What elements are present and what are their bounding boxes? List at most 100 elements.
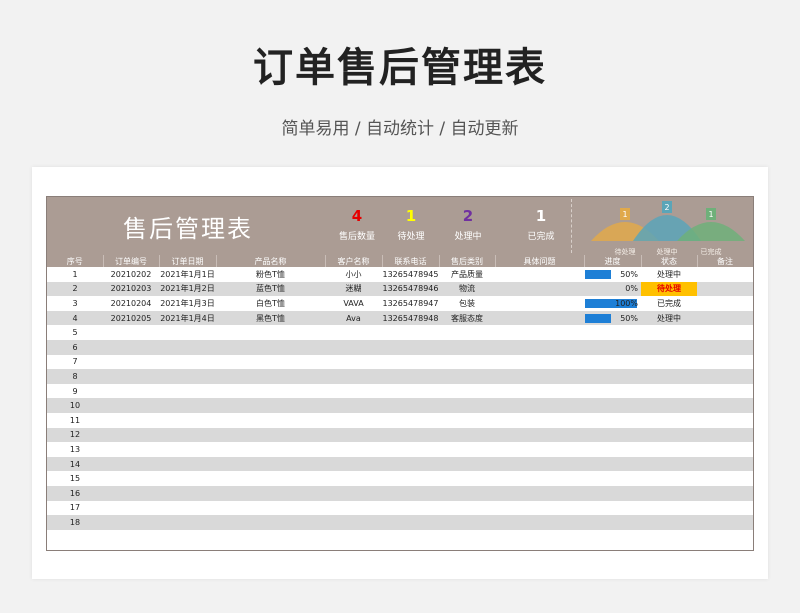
- no-cell[interactable]: 9: [47, 383, 103, 399]
- category-cell[interactable]: [439, 398, 495, 413]
- progress-cell[interactable]: 50%: [584, 267, 641, 282]
- product-cell[interactable]: [216, 515, 325, 530]
- progress-cell[interactable]: [584, 485, 641, 501]
- order-cell[interactable]: 20210205: [103, 310, 159, 326]
- category-cell[interactable]: [439, 456, 495, 472]
- no-cell[interactable]: 1: [47, 267, 103, 282]
- note-cell[interactable]: [697, 339, 753, 355]
- issue-cell[interactable]: [495, 339, 584, 355]
- customer-cell[interactable]: [325, 354, 382, 370]
- customer-cell[interactable]: 迷糊: [325, 281, 382, 297]
- no-cell[interactable]: 10: [47, 398, 103, 413]
- category-cell[interactable]: [439, 412, 495, 428]
- phone-cell[interactable]: [382, 456, 439, 472]
- order-cell[interactable]: 20210204: [103, 296, 159, 311]
- note-cell[interactable]: [697, 500, 753, 516]
- phone-cell[interactable]: [382, 485, 439, 501]
- phone-cell[interactable]: [382, 369, 439, 384]
- note-cell[interactable]: [697, 310, 753, 326]
- date-cell[interactable]: 2021年1月4日: [159, 310, 216, 326]
- date-cell[interactable]: [159, 500, 216, 516]
- issue-cell[interactable]: [495, 471, 584, 486]
- issue-cell[interactable]: [495, 442, 584, 457]
- product-cell[interactable]: [216, 325, 325, 340]
- customer-cell[interactable]: [325, 471, 382, 486]
- note-cell[interactable]: [697, 427, 753, 443]
- product-cell[interactable]: [216, 398, 325, 413]
- phone-cell[interactable]: [382, 398, 439, 413]
- order-cell[interactable]: 20210203: [103, 281, 159, 297]
- phone-cell[interactable]: 13265478947: [382, 296, 439, 311]
- category-cell[interactable]: [439, 369, 495, 384]
- customer-cell[interactable]: 小小: [325, 267, 382, 282]
- no-cell[interactable]: 7: [47, 354, 103, 370]
- note-cell[interactable]: [697, 383, 753, 399]
- no-cell[interactable]: 6: [47, 339, 103, 355]
- phone-cell[interactable]: [382, 325, 439, 340]
- status-cell[interactable]: 处理中: [641, 267, 697, 282]
- product-cell[interactable]: [216, 412, 325, 428]
- product-cell[interactable]: 粉色T恤: [216, 267, 325, 282]
- date-cell[interactable]: [159, 427, 216, 443]
- progress-cell[interactable]: [584, 471, 641, 486]
- customer-cell[interactable]: [325, 369, 382, 384]
- category-cell[interactable]: [439, 500, 495, 516]
- issue-cell[interactable]: [495, 456, 584, 472]
- issue-cell[interactable]: [495, 500, 584, 516]
- note-cell[interactable]: [697, 471, 753, 486]
- category-cell[interactable]: [439, 325, 495, 340]
- issue-cell[interactable]: [495, 354, 584, 370]
- product-cell[interactable]: [216, 383, 325, 399]
- category-cell[interactable]: [439, 485, 495, 501]
- customer-cell[interactable]: [325, 398, 382, 413]
- date-cell[interactable]: [159, 325, 216, 340]
- no-cell[interactable]: 2: [47, 281, 103, 297]
- category-cell[interactable]: 产品质量: [439, 267, 495, 282]
- status-cell[interactable]: 已完成: [641, 296, 697, 311]
- product-cell[interactable]: [216, 485, 325, 501]
- progress-cell[interactable]: [584, 515, 641, 530]
- order-cell[interactable]: [103, 339, 159, 355]
- product-cell[interactable]: 蓝色T恤: [216, 281, 325, 297]
- status-cell[interactable]: [641, 325, 697, 340]
- phone-cell[interactable]: [382, 442, 439, 457]
- order-cell[interactable]: [103, 383, 159, 399]
- note-cell[interactable]: [697, 281, 753, 297]
- category-cell[interactable]: 包装: [439, 296, 495, 311]
- progress-cell[interactable]: 0%: [584, 281, 641, 297]
- note-cell[interactable]: [697, 325, 753, 340]
- table-row[interactable]: 8: [47, 369, 753, 384]
- category-cell[interactable]: [439, 471, 495, 486]
- table-row[interactable]: 12: [47, 427, 753, 443]
- product-cell[interactable]: 白色T恤: [216, 296, 325, 311]
- phone-cell[interactable]: [382, 339, 439, 355]
- phone-cell[interactable]: [382, 383, 439, 399]
- table-row[interactable]: 2 20210203 2021年1月2日 蓝色T恤 迷糊 13265478946 物流 0% 待…: [47, 281, 753, 297]
- order-cell[interactable]: [103, 456, 159, 472]
- table-row[interactable]: 17: [47, 500, 753, 516]
- issue-cell[interactable]: [495, 485, 584, 501]
- date-cell[interactable]: [159, 369, 216, 384]
- product-cell[interactable]: [216, 471, 325, 486]
- note-cell[interactable]: [697, 267, 753, 282]
- table-row[interactable]: 14: [47, 456, 753, 472]
- status-cell[interactable]: 处理中: [641, 310, 697, 326]
- customer-cell[interactable]: [325, 339, 382, 355]
- order-cell[interactable]: [103, 325, 159, 340]
- note-cell[interactable]: [697, 412, 753, 428]
- product-cell[interactable]: [216, 456, 325, 472]
- issue-cell[interactable]: [495, 398, 584, 413]
- no-cell[interactable]: 4: [47, 310, 103, 326]
- customer-cell[interactable]: [325, 325, 382, 340]
- date-cell[interactable]: [159, 383, 216, 399]
- progress-cell[interactable]: 100%: [584, 296, 641, 311]
- status-cell[interactable]: [641, 412, 697, 428]
- table-row[interactable]: 11: [47, 412, 753, 428]
- category-cell[interactable]: [439, 354, 495, 370]
- date-cell[interactable]: [159, 485, 216, 501]
- progress-cell[interactable]: [584, 398, 641, 413]
- order-cell[interactable]: [103, 369, 159, 384]
- no-cell[interactable]: 14: [47, 456, 103, 472]
- order-cell[interactable]: [103, 398, 159, 413]
- note-cell[interactable]: [697, 296, 753, 311]
